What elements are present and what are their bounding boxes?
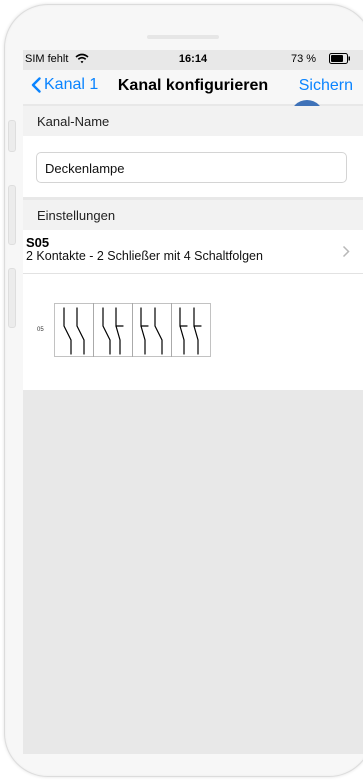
speaker-grille [147, 35, 219, 39]
switch-sequence-icon [54, 303, 211, 357]
back-button-label: Kanal 1 [44, 76, 99, 93]
app-screen: SIM fehlt 16:14 73 % Kanal 1 Kanal konfi… [23, 50, 363, 754]
channel-name-section: Deckenlampe [23, 136, 363, 197]
navigation-bar: Kanal 1 Kanal konfigurieren Sichern [23, 70, 363, 104]
status-bar: SIM fehlt 16:14 73 % [23, 50, 363, 70]
section-header-settings: Einstellungen [23, 200, 363, 230]
settings-row-s05[interactable]: S05 2 Kontakte - 2 Schließer mit 4 Schal… [23, 230, 363, 274]
battery-percentage: 73 % [291, 53, 317, 65]
battery-icon [329, 53, 350, 64]
volume-up-button [8, 185, 16, 245]
save-button[interactable]: Sichern [299, 77, 353, 95]
diagram-label: 05 [37, 327, 44, 333]
chevron-left-icon [31, 77, 41, 93]
settings-row-subtitle: 2 Kontakte - 2 Schließer mit 4 Schaltfol… [26, 249, 263, 263]
volume-down-button [8, 268, 16, 328]
channel-name-input[interactable]: Deckenlampe [36, 152, 347, 183]
mute-switch [8, 120, 16, 152]
back-button[interactable]: Kanal 1 [31, 76, 98, 94]
settings-row-title: S05 [26, 235, 50, 250]
section-header-channel-name: Kanal-Name [23, 106, 363, 136]
chevron-right-icon [342, 245, 350, 258]
switch-sequence-diagram: 05 [23, 274, 363, 390]
